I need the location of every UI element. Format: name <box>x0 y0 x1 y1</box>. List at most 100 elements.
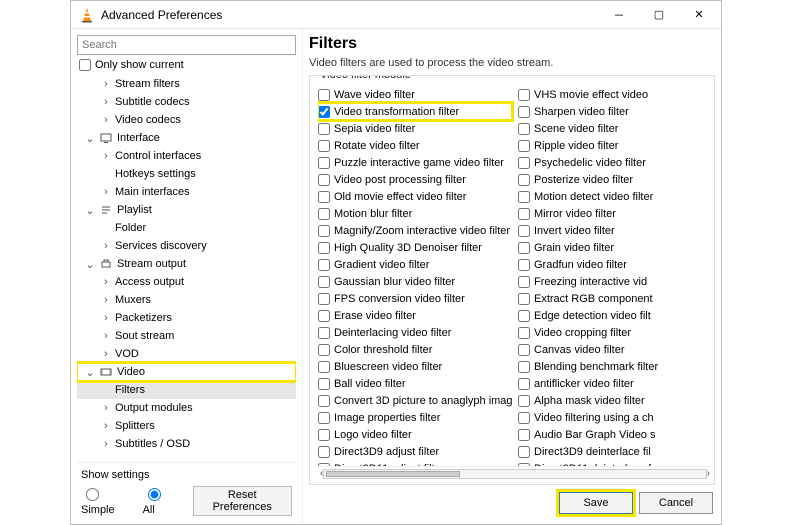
chevron-right-icon[interactable]: › <box>101 294 111 306</box>
filter-checkbox-input[interactable] <box>318 276 330 288</box>
chevron-right-icon[interactable]: › <box>101 276 111 288</box>
filter-checkbox-input[interactable] <box>318 174 330 186</box>
filter-checkbox[interactable]: Audio Bar Graph Video s <box>518 426 712 443</box>
chevron-down-icon[interactable]: ⌄ <box>85 258 95 271</box>
filter-checkbox-input[interactable] <box>518 327 530 339</box>
filter-checkbox[interactable]: Image properties filter <box>318 409 512 426</box>
maximize-button[interactable]: ▢ <box>639 2 679 28</box>
filter-checkbox[interactable]: Sharpen video filter <box>518 103 712 120</box>
tree-item[interactable]: ⌄Stream output <box>77 255 296 273</box>
filter-checkbox[interactable]: High Quality 3D Denoiser filter <box>318 239 512 256</box>
filter-checkbox[interactable]: Direct3D9 deinterlace fil <box>518 443 712 460</box>
tree-item[interactable]: ›Packetizers <box>77 309 296 327</box>
filter-checkbox[interactable]: Canvas video filter <box>518 341 712 358</box>
tree-item[interactable]: ⌄Interface <box>77 129 296 147</box>
filter-checkbox[interactable]: Scene video filter <box>518 120 712 137</box>
chevron-down-icon[interactable]: ⌄ <box>85 204 95 217</box>
minimize-button[interactable]: － <box>599 2 639 28</box>
filter-checkbox[interactable]: Psychedelic video filter <box>518 154 712 171</box>
filter-checkbox-input[interactable] <box>318 140 330 152</box>
chevron-right-icon[interactable]: › <box>101 402 111 414</box>
chevron-right-icon[interactable]: › <box>101 312 111 324</box>
filter-checkbox-input[interactable] <box>518 395 530 407</box>
filter-checkbox[interactable]: Rotate video filter <box>318 137 512 154</box>
filter-checkbox[interactable]: Edge detection video filt <box>518 307 712 324</box>
filter-checkbox[interactable]: Grain video filter <box>518 239 712 256</box>
filter-checkbox-input[interactable] <box>518 123 530 135</box>
filter-checkbox[interactable]: Video filtering using a ch <box>518 409 712 426</box>
reset-preferences-button[interactable]: Reset Preferences <box>193 486 292 516</box>
filter-checkbox-input[interactable] <box>318 293 330 305</box>
filter-checkbox[interactable]: Video cropping filter <box>518 324 712 341</box>
chevron-down-icon[interactable]: ⌄ <box>85 366 95 379</box>
filter-checkbox[interactable]: Video post processing filter <box>318 171 512 188</box>
scrollbar-track[interactable] <box>323 469 706 479</box>
filter-checkbox-input[interactable] <box>318 157 330 169</box>
tree-item[interactable]: ›Video codecs <box>77 111 296 129</box>
filter-checkbox-input[interactable] <box>318 327 330 339</box>
chevron-right-icon[interactable]: › <box>101 420 111 432</box>
chevron-right-icon[interactable]: › <box>101 96 111 108</box>
tree-item[interactable]: ›Access output <box>77 273 296 291</box>
search-input[interactable] <box>77 35 296 55</box>
filter-checkbox-input[interactable] <box>318 412 330 424</box>
filter-checkbox[interactable]: Convert 3D picture to anaglyph image vid… <box>318 392 512 409</box>
tree-item[interactable]: ›Sout stream <box>77 327 296 345</box>
filter-checkbox-input[interactable] <box>518 174 530 186</box>
chevron-right-icon[interactable]: › <box>101 240 111 252</box>
only-show-current-checkbox[interactable]: Only show current <box>79 59 296 71</box>
filter-checkbox[interactable]: Gradfun video filter <box>518 256 712 273</box>
filter-checkbox[interactable]: Extract RGB component <box>518 290 712 307</box>
horizontal-scrollbar[interactable]: ‹ › <box>318 466 712 480</box>
filter-checkbox-input[interactable] <box>318 446 330 458</box>
tree-item[interactable]: ⌄Playlist <box>77 201 296 219</box>
filter-checkbox[interactable]: VHS movie effect video <box>518 86 712 103</box>
chevron-right-icon[interactable]: › <box>101 114 111 126</box>
filter-checkbox[interactable]: Deinterlacing video filter <box>318 324 512 341</box>
filter-checkbox-input[interactable] <box>518 446 530 458</box>
filters-scroll-area[interactable]: Wave video filterVideo transformation fi… <box>318 86 712 466</box>
scrollbar-thumb[interactable] <box>326 471 459 477</box>
tree-item[interactable]: ›VOD <box>77 345 296 363</box>
tree-item[interactable]: ›Muxers <box>77 291 296 309</box>
tree-item[interactable]: ›Subtitle codecs <box>77 93 296 111</box>
filter-checkbox[interactable]: Video transformation filter <box>318 103 512 120</box>
save-button[interactable]: Save <box>559 492 633 514</box>
filter-checkbox[interactable]: Invert video filter <box>518 222 712 239</box>
chevron-right-icon[interactable]: › <box>101 348 111 360</box>
tree-item[interactable]: ›Stream filters <box>77 75 296 93</box>
tree-item[interactable]: Hotkeys settings <box>77 165 296 183</box>
filter-checkbox[interactable]: Ball video filter <box>318 375 512 392</box>
filter-checkbox[interactable]: Sepia video filter <box>318 120 512 137</box>
filter-checkbox-input[interactable] <box>318 259 330 271</box>
filter-checkbox[interactable]: Mirror video filter <box>518 205 712 222</box>
filter-checkbox-input[interactable] <box>518 157 530 169</box>
filter-checkbox-input[interactable] <box>518 293 530 305</box>
chevron-down-icon[interactable]: ⌄ <box>85 132 95 145</box>
close-button[interactable]: ✕ <box>679 2 719 28</box>
filter-checkbox[interactable]: Color threshold filter <box>318 341 512 358</box>
filter-checkbox[interactable]: Logo video filter <box>318 426 512 443</box>
filter-checkbox-input[interactable] <box>318 89 330 101</box>
filter-checkbox-input[interactable] <box>518 361 530 373</box>
filter-checkbox[interactable]: Alpha mask video filter <box>518 392 712 409</box>
chevron-right-icon[interactable]: › <box>101 150 111 162</box>
cancel-button[interactable]: Cancel <box>639 492 713 514</box>
filter-checkbox-input[interactable] <box>318 361 330 373</box>
tree-item[interactable]: Folder <box>77 219 296 237</box>
filter-checkbox-input[interactable] <box>318 344 330 356</box>
chevron-right-icon[interactable]: › <box>101 330 111 342</box>
chevron-right-icon[interactable]: › <box>101 438 111 450</box>
tree-item[interactable]: ⌄Video <box>77 363 296 381</box>
filter-checkbox-input[interactable] <box>518 89 530 101</box>
filter-checkbox[interactable]: antiflicker video filter <box>518 375 712 392</box>
tree-item[interactable]: ›Services discovery <box>77 237 296 255</box>
filter-checkbox-input[interactable] <box>518 106 530 118</box>
filter-checkbox-input[interactable] <box>518 310 530 322</box>
filter-checkbox-input[interactable] <box>518 225 530 237</box>
filter-checkbox-input[interactable] <box>518 259 530 271</box>
filter-checkbox-input[interactable] <box>318 378 330 390</box>
only-show-current-box[interactable] <box>79 59 91 71</box>
filter-checkbox-input[interactable] <box>518 412 530 424</box>
tree-item[interactable]: ›Control interfaces <box>77 147 296 165</box>
